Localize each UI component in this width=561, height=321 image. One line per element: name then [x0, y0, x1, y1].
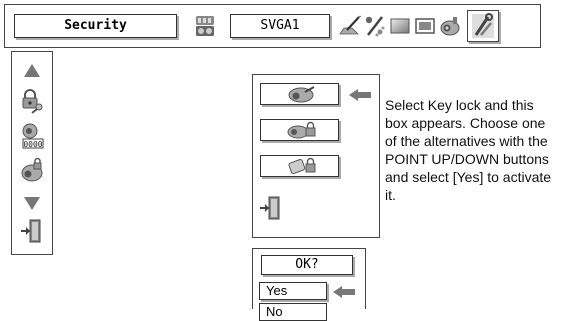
menu-title: Security [14, 14, 177, 38]
input-select-icon[interactable] [193, 14, 217, 38]
image-select-icon[interactable] [363, 14, 387, 38]
up-arrow-icon[interactable] [20, 60, 44, 82]
exit-icon[interactable] [20, 218, 44, 244]
pin-code-lock-icon[interactable]: 0000 [20, 122, 44, 150]
selection-arrow-icon [349, 88, 371, 101]
no-button[interactable]: No [259, 303, 327, 321]
lock-projector-icon [287, 121, 316, 139]
confirm-prompt: OK? [261, 255, 353, 275]
key-lock-panel [252, 74, 380, 238]
svg-text:0000: 0000 [23, 140, 42, 149]
key-lock-exit-icon[interactable] [259, 195, 283, 221]
source-mode: SVGA1 [230, 14, 330, 38]
key-lock-option-off[interactable] [260, 83, 339, 105]
unlock-projector-icon [288, 86, 315, 103]
selection-arrow-icon [333, 285, 355, 298]
lock-remote-icon [288, 157, 316, 175]
confirm-panel: OK? Yes No [252, 248, 366, 321]
down-arrow-icon[interactable] [20, 192, 44, 214]
instruction-text: Select Key lock and this box appears. Ch… [385, 97, 552, 203]
key-lock-icon[interactable] [20, 88, 44, 114]
tools-icon[interactable] [467, 10, 499, 42]
image-adjust-icon[interactable] [388, 14, 412, 38]
yes-button[interactable]: Yes [259, 282, 327, 300]
setting-icon[interactable] [438, 14, 462, 38]
security-sidebar: 0000 [11, 51, 53, 255]
key-lock-option-remote[interactable] [260, 155, 339, 177]
pc-adjust-icon[interactable] [338, 14, 362, 38]
screen-icon[interactable] [413, 14, 437, 38]
projector-lock-icon[interactable] [20, 157, 44, 184]
menu-toolbar: Security SVGA1 [4, 4, 541, 48]
key-lock-option-projector[interactable] [260, 119, 339, 141]
